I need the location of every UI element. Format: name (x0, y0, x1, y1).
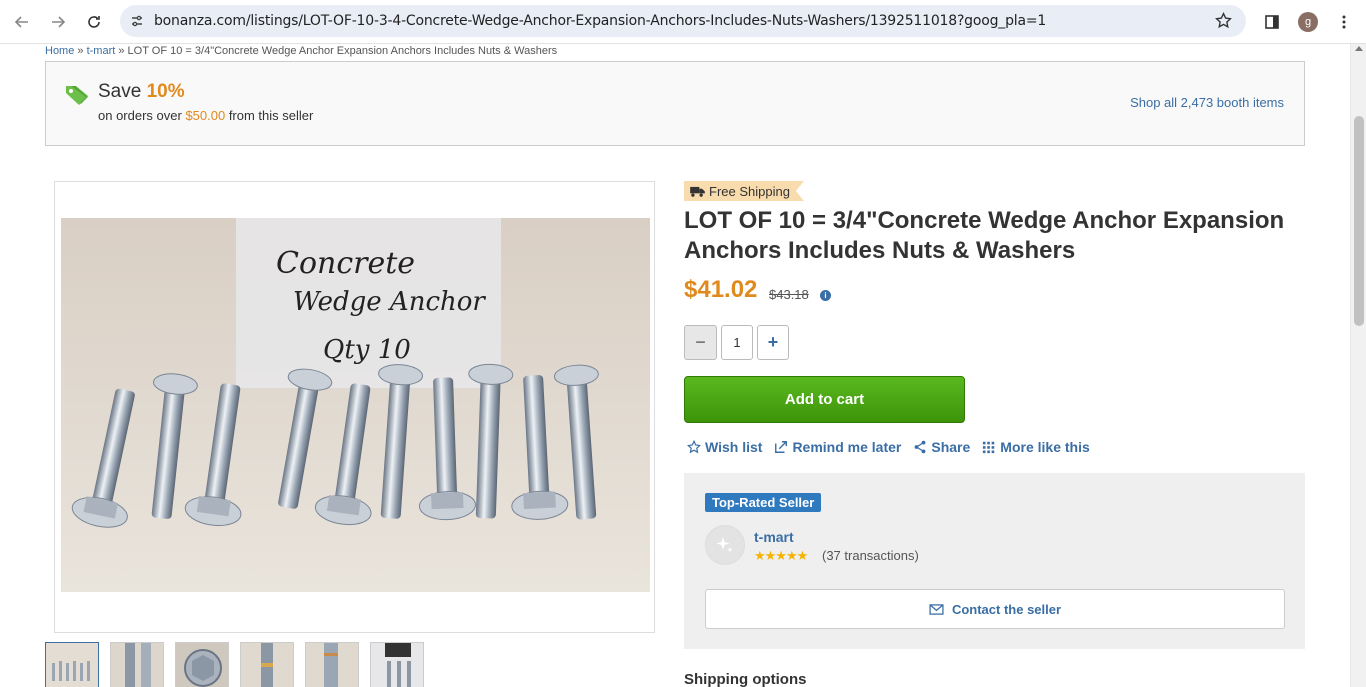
profile-avatar: g (1298, 12, 1318, 32)
star-outline-icon (687, 440, 701, 454)
kebab-menu-icon (1342, 15, 1346, 29)
url-text: bonanza.com/listings/LOT-OF-10-3-4-Concr… (154, 13, 1047, 29)
more-like-this-link[interactable]: More like this (982, 439, 1090, 455)
back-button[interactable] (4, 4, 40, 40)
breadcrumb: Home » t-mart » LOT OF 10 = 3/4"Concrete… (45, 45, 557, 57)
free-shipping-label: Free Shipping (709, 183, 790, 199)
address-bar[interactable]: bonanza.com/listings/LOT-OF-10-3-4-Concr… (120, 5, 1246, 37)
share-icon (914, 440, 926, 454)
shipping-options-heading: Shipping options (684, 671, 807, 687)
product-title: LOT OF 10 = 3/4"Concrete Wedge Anchor Ex… (684, 207, 1285, 264)
seller-info-panel: Top-Rated Seller t-mart ★★★★★ (37 transa… (684, 473, 1305, 649)
arrow-right-icon (52, 15, 66, 28)
breadcrumb-shop[interactable]: t-mart (87, 45, 116, 57)
seller-rating-stars: ★★★★★ (754, 548, 808, 563)
photo-label-line2: Wedge Anchor (293, 287, 486, 317)
thumbnail-5[interactable] (305, 642, 359, 687)
thumbnail-6[interactable] (370, 642, 424, 687)
share-link[interactable]: Share (913, 439, 970, 455)
profile-button[interactable]: g (1290, 4, 1326, 40)
promo-condition: on orders over $50.00 from this seller (98, 108, 313, 123)
share-label: Share (931, 439, 971, 455)
free-shipping-badge: Free Shipping (684, 181, 804, 201)
site-info-icon[interactable] (120, 13, 154, 29)
breadcrumb-separator: » (74, 45, 87, 57)
top-rated-seller-badge: Top-Rated Seller (705, 493, 822, 512)
page-content: Home » t-mart » LOT OF 10 = 3/4"Concrete… (0, 44, 1350, 687)
more-like-label: More like this (1000, 439, 1090, 455)
promo-save-label: Save (98, 81, 147, 102)
scrollbar-thumb[interactable] (1354, 116, 1364, 326)
seller-transactions: (37 transactions) (822, 548, 919, 563)
quantity-decrease-button[interactable]: − (684, 325, 717, 360)
envelope-icon (929, 603, 944, 615)
page-scrollbar[interactable] (1350, 44, 1366, 687)
reload-button[interactable] (76, 4, 112, 40)
quantity-input[interactable] (721, 325, 753, 360)
shop-all-booth-link[interactable]: Shop all 2,473 booth items (1130, 95, 1284, 110)
product-actions: Wish list Remind me later Share More lik… (687, 439, 1090, 455)
remind-label: Remind me later (792, 439, 902, 455)
promo-sub-suffix: from this seller (225, 108, 314, 123)
menu-button[interactable] (1326, 4, 1362, 40)
main-product-image[interactable]: Concrete Wedge Anchor Qty 10 (54, 181, 655, 633)
reload-icon (88, 15, 100, 28)
browser-toolbar: bonanza.com/listings/LOT-OF-10-3-4-Concr… (0, 0, 1366, 44)
photo-label-line1: Concrete (276, 246, 415, 281)
promo-save-text: Save 10% (98, 81, 185, 103)
breadcrumb-separator: » (115, 45, 128, 57)
photo-label-line3: Qty 10 (323, 335, 411, 365)
price-tag-icon (66, 86, 88, 105)
truck-icon (690, 186, 705, 197)
contact-seller-label: Contact the seller (951, 601, 1062, 617)
arrow-left-icon (14, 15, 28, 28)
forward-button[interactable] (40, 4, 76, 40)
remind-me-later-link[interactable]: Remind me later (774, 439, 901, 455)
thumbnail-4[interactable] (240, 642, 294, 687)
thumbnail-2[interactable] (110, 642, 164, 687)
wish-list-label: Wish list (705, 439, 763, 455)
seller-name-link[interactable]: t-mart (754, 529, 794, 545)
share-external-icon (775, 441, 788, 453)
thumbnail-1[interactable] (45, 642, 99, 687)
quantity-increase-button[interactable]: + (757, 325, 789, 360)
side-panel-button[interactable] (1254, 4, 1290, 40)
wish-list-link[interactable]: Wish list (687, 439, 762, 455)
bookmark-star-icon[interactable] (1215, 11, 1232, 34)
promo-amount: $50.00 (185, 108, 226, 123)
seller-avatar[interactable] (705, 525, 745, 565)
contact-seller-button[interactable]: Contact the seller (705, 589, 1285, 629)
thumbnail-strip (45, 642, 424, 687)
scroll-up-arrow-icon[interactable] (1355, 46, 1363, 51)
breadcrumb-home[interactable]: Home (45, 45, 74, 57)
price-info-icon[interactable]: i (820, 290, 831, 301)
seller-promo-banner: Save 10% on orders over $50.00 from this… (45, 61, 1305, 146)
original-price: $43.18 (769, 287, 809, 302)
sparkle-icon (716, 537, 733, 553)
side-panel-icon (1265, 15, 1279, 29)
product-price: $41.02 (684, 276, 758, 303)
grid-icon (983, 441, 995, 454)
thumbnail-3[interactable] (175, 642, 229, 687)
product-photo: Concrete Wedge Anchor Qty 10 (61, 218, 650, 592)
add-to-cart-button[interactable]: Add to cart (684, 376, 965, 423)
promo-sub-prefix: on orders over (98, 108, 186, 123)
promo-percent: 10% (146, 81, 185, 102)
breadcrumb-current: LOT OF 10 = 3/4"Concrete Wedge Anchor Ex… (127, 45, 558, 57)
